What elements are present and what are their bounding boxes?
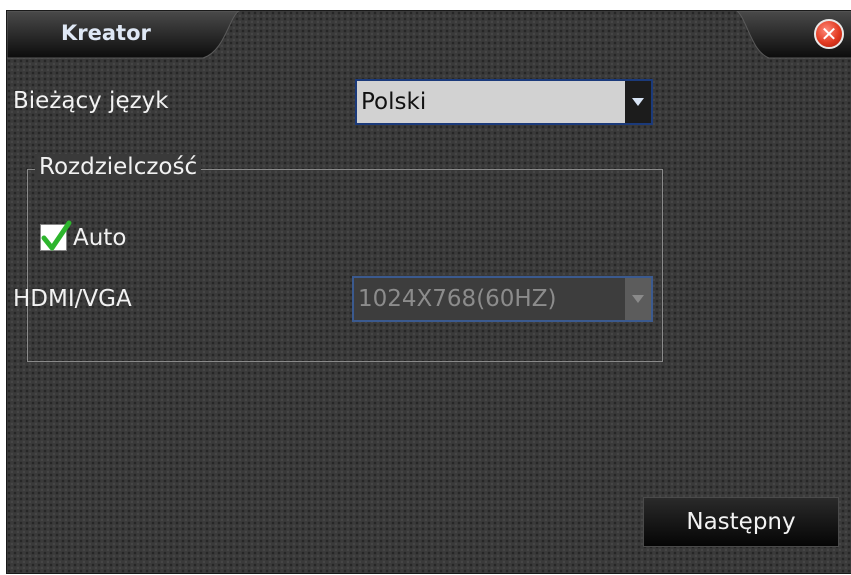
resolution-select-value: 1024X768(60HZ) [358,286,557,312]
title-bar[interactable]: Kreator ✕ [7,11,851,59]
language-select[interactable]: Polski [355,79,653,125]
chevron-down-icon[interactable] [625,81,651,123]
close-icon: ✕ [820,22,838,46]
auto-label[interactable]: Auto [73,225,126,251]
window-title: Kreator [61,21,151,45]
next-button-label: Następny [686,509,796,535]
hdmi-vga-label: HDMI/VGA [13,286,132,312]
wizard-dialog: Kreator ✕ Bieżący język Polski Rozdzielc… [6,10,851,574]
language-select-value: Polski [361,89,427,115]
next-button[interactable]: Następny [643,497,839,547]
checkmark-icon [41,220,72,251]
resolution-group [27,169,663,362]
language-label: Bieżący język [13,88,169,114]
chevron-down-icon[interactable] [625,278,651,320]
resolution-group-title: Rozdzielczość [35,154,202,180]
resolution-select[interactable]: 1024X768(60HZ) [352,276,653,322]
close-button[interactable]: ✕ [814,19,844,49]
auto-checkbox[interactable] [40,220,72,251]
